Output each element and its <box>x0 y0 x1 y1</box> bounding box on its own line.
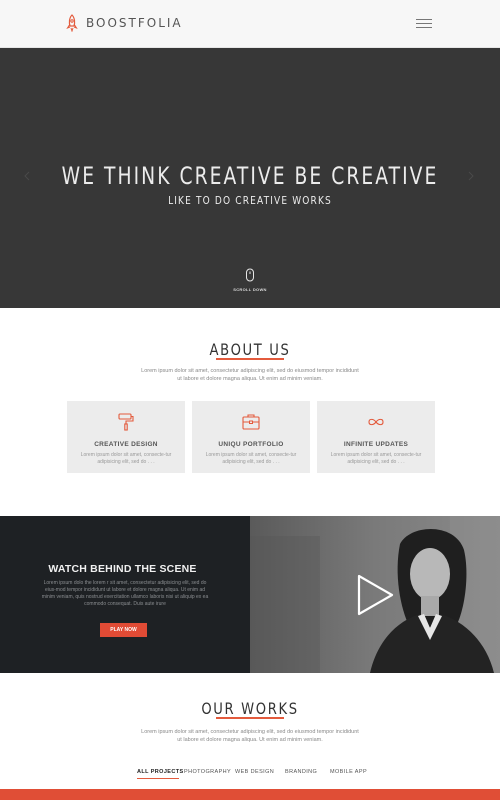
works-title-underline <box>216 717 284 719</box>
works-title: OUR WORKS <box>201 699 299 718</box>
video-title: WATCH BEHIND THE SCENE <box>48 563 197 575</box>
portfolio-filter-bar: ALL PROJECTS PHOTOGRAPHY WEB DESIGN BRAN… <box>0 769 500 781</box>
feature-card-creative-design: CREATIVE DESIGN Lorem ipsum dolor sit am… <box>67 401 185 473</box>
rocket-icon <box>66 14 78 32</box>
hamburger-menu-icon[interactable] <box>416 18 432 30</box>
hero-subtitle: LIKE TO DO CREATIVE WORKS <box>168 194 332 207</box>
card-title: CREATIVE DESIGN <box>94 441 158 448</box>
play-now-button[interactable]: PLAY NOW <box>100 623 147 637</box>
card-title: UNIQU PORTFOLIO <box>218 441 284 448</box>
card-text: Lorem ipsum dolor sit amet, consecte-tur… <box>330 452 422 465</box>
feature-card-infinite-updates: INFINITE UPDATES Lorem ipsum dolor sit a… <box>317 401 435 473</box>
card-text: Lorem ipsum dolor sit amet, consecte-tur… <box>205 452 297 465</box>
site-header: BOOSTFOLIA <box>0 0 500 48</box>
video-thumbnail[interactable] <box>250 516 500 673</box>
portfolio-grid-preview <box>0 789 500 800</box>
feature-card-uniqu-portfolio: UNIQU PORTFOLIO Lorem ipsum dolor sit am… <box>192 401 310 473</box>
filter-web-design[interactable]: WEB DESIGN <box>235 769 274 775</box>
filter-all-projects[interactable]: ALL PROJECTS <box>137 769 184 775</box>
filter-photography[interactable]: PHOTOGRAPHY <box>184 769 231 775</box>
play-icon[interactable] <box>357 574 395 616</box>
mouse-icon[interactable] <box>245 268 255 283</box>
works-description: Lorem ipsum dolor sit amet, consectetur … <box>141 729 359 743</box>
paint-roller-icon <box>118 413 134 431</box>
infinity-icon <box>368 418 384 426</box>
video-text: Lorem ipsum dolo the lorem r sit amet, c… <box>41 580 209 607</box>
card-text: Lorem ipsum dolor sit amet, consecte-tur… <box>80 452 172 465</box>
active-filter-underline <box>137 778 179 779</box>
about-title: ABOUT US <box>209 340 291 359</box>
about-description: Lorem ipsum dolor sit amet, consectetur … <box>141 368 359 382</box>
slider-prev-icon[interactable] <box>22 171 32 181</box>
filter-mobile-app[interactable]: MOBILE APP <box>330 769 367 775</box>
hero-title: WE THINK CREATIVE BE CREATIVE <box>61 162 439 190</box>
about-title-underline <box>216 358 284 360</box>
brand-name[interactable]: BOOSTFOLIA <box>86 16 183 30</box>
scroll-down-label[interactable]: SCROLL DOWN <box>0 287 500 292</box>
slider-next-icon[interactable] <box>466 171 476 181</box>
briefcase-icon <box>242 414 260 430</box>
hero-section: WE THINK CREATIVE BE CREATIVE LIKE TO DO… <box>0 48 500 308</box>
card-title: INFINITE UPDATES <box>343 441 409 448</box>
video-info-panel: WATCH BEHIND THE SCENE Lorem ipsum dolo … <box>0 516 250 673</box>
filter-branding[interactable]: BRANDING <box>285 769 317 775</box>
